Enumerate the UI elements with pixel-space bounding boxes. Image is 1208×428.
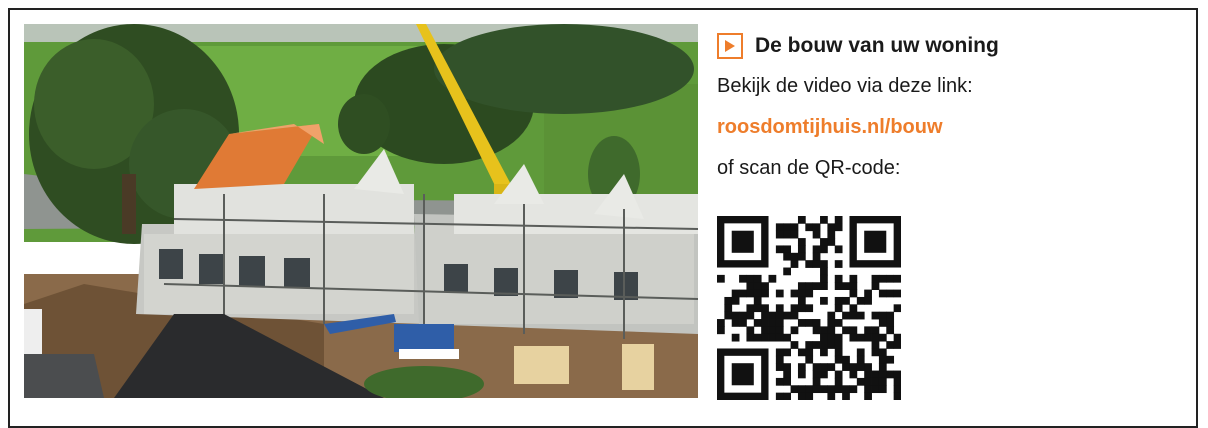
video-intro-text: Bekijk de video via deze link:: [717, 75, 973, 97]
qr-prompt-text: of scan de QR-code:: [717, 157, 901, 179]
title-row: De bouw van uw woning: [717, 26, 1187, 66]
video-link[interactable]: roosdomtijhuis.nl/bouw: [717, 106, 1187, 148]
video-info: De bouw van uw woning Bekijk de video vi…: [717, 26, 1187, 188]
video-title: De bouw van uw woning: [755, 34, 999, 57]
construction-photo: [24, 24, 698, 398]
qr-code[interactable]: [717, 216, 901, 400]
play-icon[interactable]: [717, 33, 743, 59]
